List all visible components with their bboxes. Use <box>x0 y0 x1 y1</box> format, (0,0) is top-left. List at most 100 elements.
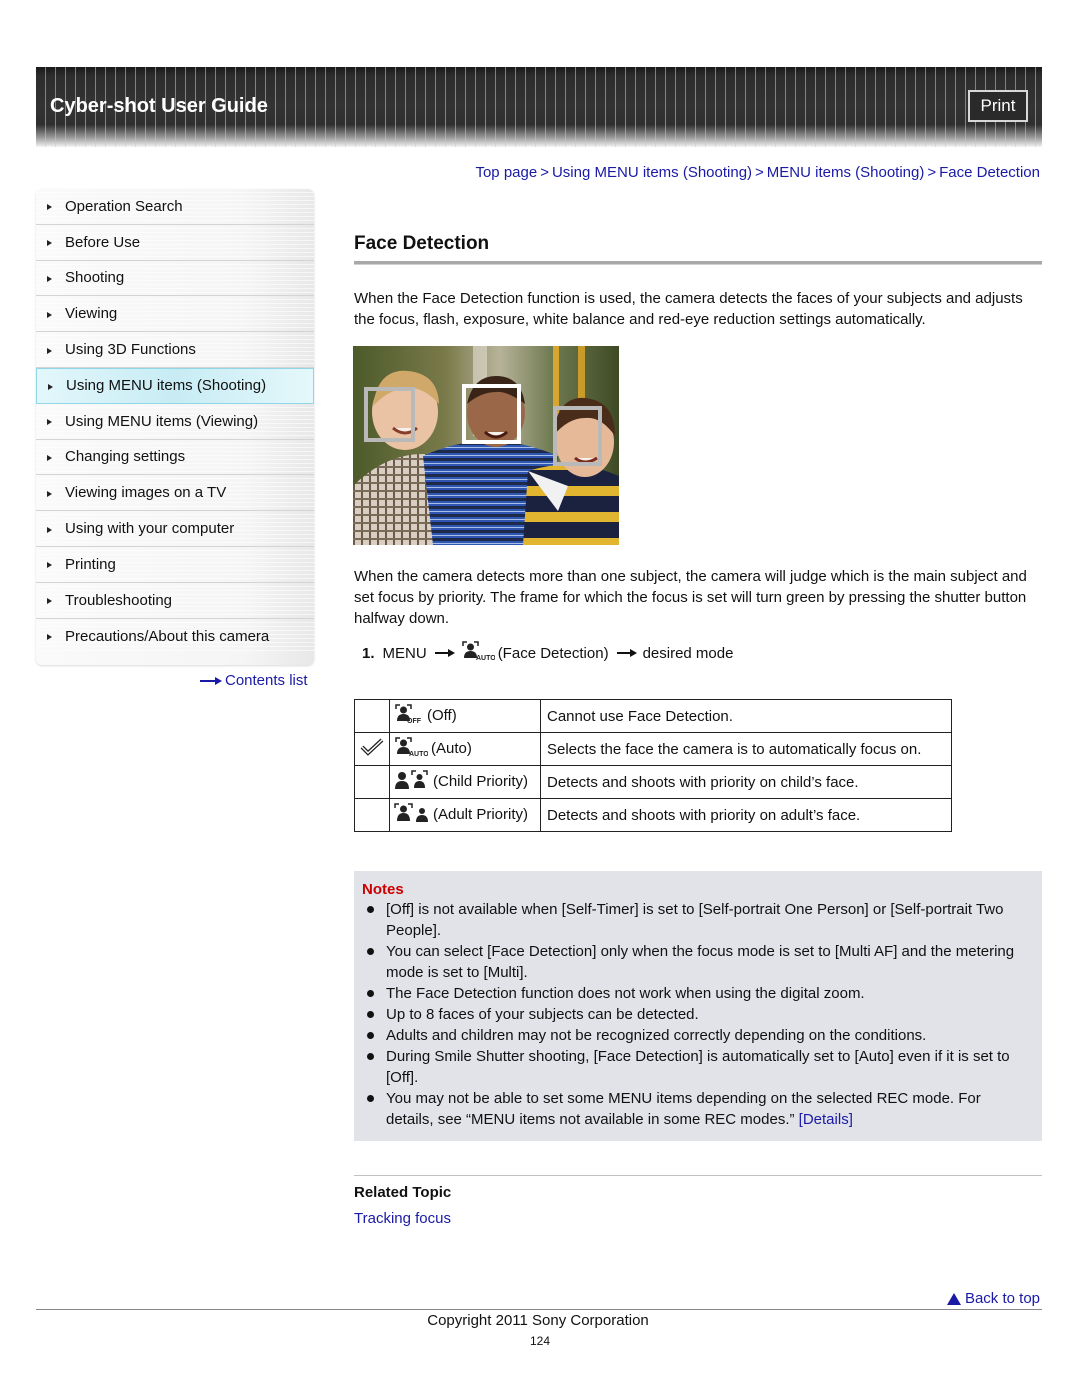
svg-text:AUTO: AUTO <box>476 655 495 662</box>
sidebar-item-menu-shooting[interactable]: Using MENU items (Shooting) <box>36 367 314 404</box>
procedure-step: 1. MENU AUTO (Face Detection) desired mo… <box>362 640 733 666</box>
face-detection-photo <box>353 346 619 545</box>
sidebar-nav: Operation Search Before Use Shooting Vie… <box>36 189 314 665</box>
triangle-right-icon <box>47 526 52 533</box>
note-item: The Face Detection function does not wor… <box>362 983 1032 1004</box>
sidebar-item-label: Using with your computer <box>65 520 235 538</box>
sidebar-item-computer[interactable]: Using with your computer <box>36 511 314 547</box>
adult-priority-icon <box>394 802 430 828</box>
note-item: Up to 8 faces of your subjects can be de… <box>362 1004 1032 1025</box>
sidebar-item-changing-settings[interactable]: Changing settings <box>36 439 314 476</box>
arrow-right-icon <box>434 648 455 658</box>
table-row[interactable]: OFF (Off) Cannot use Face Detection. <box>354 699 952 733</box>
breadcrumb-menu-shooting-section[interactable]: Using MENU items (Shooting) <box>552 164 752 181</box>
triangle-right-icon <box>47 311 52 318</box>
sidebar-item-viewing-tv[interactable]: Viewing images on a TV <box>36 475 314 512</box>
sidebar-item-label: Printing <box>65 555 116 573</box>
children-photo-illustration <box>353 346 619 545</box>
triangle-right-icon <box>47 419 52 426</box>
arrow-right-icon <box>200 676 222 686</box>
mode-label: (Adult Priority) <box>433 805 529 823</box>
table-row[interactable]: AUTO (Auto) Selects the face the camera … <box>354 732 952 766</box>
header-banner: Cyber-shot User Guide Print <box>36 67 1042 147</box>
face-detection-auto-icon: AUTO <box>461 640 496 666</box>
triangle-right-icon <box>47 204 52 211</box>
print-button[interactable]: Print <box>968 90 1028 122</box>
back-to-top-label: Back to top <box>964 1290 1040 1307</box>
triangle-right-icon <box>47 454 52 461</box>
details-link[interactable]: [Details] <box>799 1111 853 1128</box>
page-number: 124 <box>529 1334 551 1348</box>
selected-indicator-cell <box>354 798 390 832</box>
step-menu-label: MENU <box>382 644 427 662</box>
breadcrumb-separator: > <box>755 164 764 181</box>
step-item-label: (Face Detection) <box>497 644 609 662</box>
sidebar-item-label: Using MENU items (Viewing) <box>65 412 259 430</box>
notes-list: [Off] is not available when [Self-Timer]… <box>362 899 1032 1130</box>
triangle-right-icon <box>47 275 52 282</box>
note-item-with-link: You may not be able to set some MENU ite… <box>362 1088 1032 1130</box>
notes-title: Notes <box>362 881 404 898</box>
breadcrumb-separator: > <box>540 164 549 181</box>
mode-label: (Child Priority) <box>433 772 529 790</box>
title-divider <box>354 261 1042 265</box>
note-text: You may not be able to set some MENU ite… <box>386 1090 981 1128</box>
sidebar-item-menu-viewing[interactable]: Using MENU items (Viewing) <box>36 403 314 440</box>
breadcrumb-separator: > <box>927 164 937 181</box>
svg-text:OFF: OFF <box>407 718 422 725</box>
back-to-top-link[interactable]: Back to top <box>946 1290 1040 1307</box>
mode-cell: OFF (Off) <box>389 699 541 733</box>
sidebar-item-printing[interactable]: Printing <box>36 546 314 583</box>
triangle-right-icon <box>47 562 52 569</box>
note-item: During Smile Shutter shooting, [Face Det… <box>362 1046 1032 1088</box>
sidebar-item-label: Precautions/About this camera <box>65 627 270 645</box>
note-item: Adults and children may not be recognize… <box>362 1025 1032 1046</box>
mode-cell: (Child Priority) <box>389 765 541 799</box>
sidebar-item-viewing[interactable]: Viewing <box>36 296 314 333</box>
selected-indicator-cell <box>354 732 390 766</box>
breadcrumb-top-page[interactable]: Top page <box>475 164 537 181</box>
step-target-label: desired mode <box>642 644 734 662</box>
contents-list-link[interactable]: Contents list <box>200 672 308 689</box>
child-priority-icon <box>394 769 430 795</box>
breadcrumb: Top page > Using MENU items (Shooting) > MEN… <box>475 164 1040 181</box>
related-topic-heading: Related Topic <box>354 1184 452 1201</box>
table-row[interactable]: (Child Priority) Detects and shoots with… <box>354 765 952 799</box>
related-divider <box>354 1175 1042 1176</box>
mode-description: Cannot use Face Detection. <box>540 699 952 733</box>
sidebar-item-label: Viewing <box>65 305 118 323</box>
triangle-right-icon <box>47 490 52 497</box>
checkmark-icon <box>360 738 384 756</box>
page-title: Face Detection <box>354 233 490 254</box>
table-row[interactable]: (Adult Priority) Detects and shoots with… <box>354 798 952 832</box>
mode-description: Detects and shoots with priority on adul… <box>540 798 952 832</box>
triangle-up-icon <box>946 1292 961 1305</box>
sidebar-item-label: Shooting <box>65 269 125 287</box>
triangle-right-icon <box>48 383 53 390</box>
sidebar-item-label: Changing settings <box>65 448 186 466</box>
sidebar-item-label: Using MENU items (Shooting) <box>66 377 267 395</box>
sidebar-item-before-use[interactable]: Before Use <box>36 224 314 261</box>
priority-paragraph: When the camera detects more than one su… <box>354 568 1027 627</box>
sidebar-item-label: Viewing images on a TV <box>65 484 227 502</box>
notes-box: Notes [Off] is not available when [Self-… <box>354 871 1042 1141</box>
sidebar-item-shooting[interactable]: Shooting <box>36 260 314 297</box>
triangle-right-icon <box>47 240 52 247</box>
step-number: 1. <box>362 644 375 662</box>
breadcrumb-menu-items-shooting[interactable]: MENU items (Shooting) <box>767 164 925 181</box>
arrow-right-icon <box>616 648 637 658</box>
mode-cell: (Adult Priority) <box>389 798 541 832</box>
note-item: [Off] is not available when [Self-Timer]… <box>362 899 1032 941</box>
sidebar-item-label: Troubleshooting <box>65 591 173 609</box>
mode-label: (Off) <box>427 706 457 724</box>
sidebar-item-3d-functions[interactable]: Using 3D Functions <box>36 332 314 368</box>
breadcrumb-face-detection[interactable]: Face Detection <box>939 164 1040 181</box>
sidebar-item-operation-search[interactable]: Operation Search <box>36 189 314 225</box>
sidebar-item-precautions[interactable]: Precautions/About this camera <box>36 618 314 655</box>
selected-indicator-cell <box>354 765 390 799</box>
copyright-text: Copyright 2011 Sony Corporation <box>427 1312 649 1329</box>
related-link-tracking-focus[interactable]: Tracking focus <box>354 1210 451 1227</box>
mode-cell: AUTO (Auto) <box>389 732 541 766</box>
sidebar-item-troubleshooting[interactable]: Troubleshooting <box>36 582 314 619</box>
sidebar-item-label: Before Use <box>65 233 141 251</box>
